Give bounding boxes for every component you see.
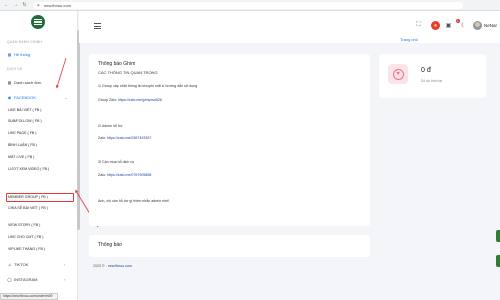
card-title: Thông báo Ghim [98,61,136,67]
username[interactable]: NeNar [484,23,497,28]
notice-group-line: Group Zalo: https://zalo.me/g/mtpwo526 [98,98,162,102]
group-zalo-link[interactable]: https://zalo.me/g/mtpwo526 [118,98,162,102]
sidebar-subitem-like-page[interactable]: LIKE PAGE ( FB ) [8,131,37,136]
back-icon[interactable]: ← [3,2,10,9]
sidebar-subitem-comment[interactable]: BÌNH LUẬN ( FB ) [8,143,37,148]
sidebar: QUẢN HÀNH CHÍNH ▦ Hệ thống DỊCH VỤ ▦ Dan… [0,11,78,300]
balance-value: 0 đ [421,67,431,74]
copyright-text: 2020 © - [93,264,108,268]
cart-icon: ▦ [7,80,12,85]
sidebar-subitem-sub-follow[interactable]: SUB/FOLLOW ( FB ) [8,119,42,124]
sidebar-group-label: FACEBOOK [14,95,37,100]
url-text: new.fbnuu.com [44,2,71,8]
card-title: Thông báo [98,242,122,248]
browser-toolbar: ← → ↻ ◉ new.fbnuu.com [0,0,500,11]
notice-line-2: 2/ Admin hỗ trợ [98,124,123,128]
section-service: DỊCH VỤ [7,67,23,71]
gift-icon[interactable]: ▣ [444,21,453,30]
sidebar-group-facebook[interactable]: ◉ FACEBOOK [7,95,36,100]
member-group-highlight [6,193,74,202]
side-widget-tab[interactable] [496,255,500,267]
sidebar-subitem-view-story[interactable]: VIEW STORY ( FB ) [8,223,40,228]
forward-icon[interactable]: → [12,2,19,9]
chevron-right-icon[interactable]: › [64,277,65,282]
address-bar[interactable]: ◉ new.fbnuu.com [33,1,463,9]
chevron-right-icon[interactable]: › [64,262,65,267]
site-info-icon[interactable]: ◉ [37,3,41,7]
balance-label: Số dư hiện tại [421,79,443,83]
sidebar-group-tiktok[interactable]: ♫ TIKTOK [7,262,28,267]
grid-icon: ▦ [7,52,12,57]
sidebar-subitem-like-post[interactable]: LIKE BÀI VIẾT ( FB ) [8,108,41,113]
status-url: https://new.fbnuu.com/order/m09 [0,293,58,300]
sidebar-subitem-live-view[interactable]: MẮT LIVE ( FB ) [8,155,34,160]
logo-icon[interactable] [31,15,45,29]
label-text: Group Zalo: [98,98,118,102]
heart-icon: ♥ [388,64,408,84]
notice-admin-line: Zalo: https://zalo.me/0367493397 [98,136,151,140]
label-text: Zalo: [98,136,107,140]
footer: 2020 © - new.fbnuu.com [93,264,132,268]
footer-site-link[interactable]: new.fbnuu.com [108,264,132,268]
pinned-notice-card: Thông báo Ghim CÁC THÔNG TIN QUAN TRỌNG … [89,54,370,226]
sidebar-subitem-share-post[interactable]: CHIA SẺ BÀI VIẾT ( FB ) [8,206,58,211]
notice-card: Thông báo [89,235,370,257]
language-flag-icon[interactable]: ★ [431,21,440,30]
menu-toggle-icon[interactable] [94,23,101,29]
sidebar-group-label: TIKTOK [14,262,29,267]
sidebar-item-system[interactable]: ▦ Hệ thống [7,52,31,57]
notice-line-1: 1/ Group cập nhật thông tin khuyến mãi &… [98,84,198,88]
notice-closing: Anh, chị cần hỗ trợ gì thêm nhắn admin n… [98,199,170,203]
tiktok-icon: ♫ [8,262,11,267]
avatar[interactable] [473,21,482,30]
sidebar-subitem-video-view[interactable]: LƯỢT XEM VIDEO ( FB ) [8,167,56,172]
chevron-down-icon[interactable]: ⌄ [64,95,67,100]
label-text: Zalo: [98,173,107,177]
section-admin: QUẢN HÀNH CHÍNH [7,40,43,44]
reload-icon[interactable]: ↻ [21,2,28,9]
sidebar-scrollbar[interactable] [77,30,80,230]
fullscreen-icon[interactable]: ⛶ [414,21,423,30]
sidebar-item-label: Hệ thống [14,52,31,57]
balance-card: ♥ 0 đ Số dư hiện tại [379,54,486,98]
side-widget-tab[interactable] [496,230,500,242]
home-link[interactable]: Trang chủ [400,37,500,42]
notice-buy-line: Zalo: https://zalo.me/0767905858 [98,173,151,177]
notice-heading: CÁC THÔNG TIN QUAN TRỌNG [98,70,158,75]
sidebar-group-label: INSTAGRAM [14,277,38,282]
sidebar-group-instagram[interactable]: ◯ INSTAGRAM [7,277,37,282]
facebook-icon: ◉ [7,95,12,100]
admin-zalo-link[interactable]: https://zalo.me/0367493397 [107,136,151,140]
sidebar-subitem-viplike-month[interactable]: VIPLIKE THÁNG ( FB ) [8,247,45,252]
dark-mode-icon[interactable]: ☾ [459,21,468,30]
buy-zalo-link[interactable]: https://zalo.me/0767905858 [107,173,151,177]
notice-line-3: 3/ Cần mua hỗ dịch vụ [98,160,134,164]
sidebar-item-orders[interactable]: ▦ Danh sách đơn [7,80,42,85]
sidebar-subitem-like-comment[interactable]: LIKE CHO CMT ( FB ) [8,235,43,240]
sidebar-item-label: Danh sách đơn [14,80,42,85]
instagram-icon: ◯ [7,277,12,282]
